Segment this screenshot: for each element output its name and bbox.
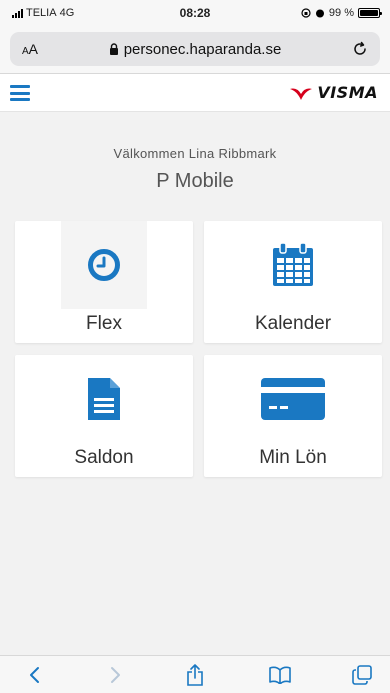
browser-address-area: AA personec.haparanda.se bbox=[0, 26, 390, 74]
status-bar: TELIA 4G 08:28 99 % bbox=[0, 0, 390, 26]
tile-label: Flex bbox=[86, 313, 122, 334]
rotation-lock-icon bbox=[301, 8, 311, 18]
url-display: personec.haparanda.se bbox=[10, 41, 380, 58]
page-title: P Mobile bbox=[156, 170, 234, 192]
carrier-name: TELIA bbox=[26, 7, 57, 19]
menu-icon[interactable] bbox=[10, 85, 30, 101]
tile-min-lon[interactable]: Min Lön bbox=[204, 355, 382, 477]
status-icons: 99 % bbox=[301, 7, 382, 19]
bookmarks-icon[interactable] bbox=[268, 664, 292, 686]
reload-icon[interactable] bbox=[350, 39, 370, 59]
signal-icon bbox=[12, 8, 23, 18]
battery-percent: 99 % bbox=[328, 7, 354, 19]
app-header: VISMA bbox=[0, 74, 390, 112]
back-icon[interactable] bbox=[22, 664, 46, 686]
network-type: 4G bbox=[59, 7, 75, 19]
url-text: personec.haparanda.se bbox=[123, 40, 282, 58]
tile-saldon[interactable]: Saldon bbox=[15, 355, 193, 477]
reader-aa-button[interactable]: AA bbox=[22, 41, 38, 57]
document-icon bbox=[15, 369, 193, 429]
lock-icon bbox=[109, 43, 118, 55]
tabs-icon[interactable] bbox=[350, 664, 374, 686]
visma-logo: VISMA bbox=[289, 83, 378, 102]
tile-label: Min Lön bbox=[259, 447, 327, 468]
browser-toolbar bbox=[0, 655, 390, 693]
welcome-message: Välkommen Lina Ribbmark bbox=[113, 146, 277, 161]
visma-swoosh-icon bbox=[290, 88, 313, 100]
calendar-icon bbox=[204, 235, 382, 295]
forward-icon[interactable] bbox=[104, 664, 128, 686]
alarm-icon bbox=[315, 9, 324, 18]
tile-flex[interactable]: Flex bbox=[15, 221, 193, 343]
share-icon[interactable] bbox=[183, 664, 207, 686]
tile-label: Saldon bbox=[74, 447, 134, 468]
tile-kalender[interactable]: Kalender bbox=[204, 221, 382, 343]
clock-icon bbox=[61, 221, 147, 309]
battery-icon bbox=[358, 8, 382, 18]
carrier-group: TELIA 4G bbox=[12, 7, 74, 19]
address-bar[interactable]: AA personec.haparanda.se bbox=[10, 32, 380, 66]
credit-card-icon bbox=[204, 369, 382, 429]
tile-label: Kalender bbox=[254, 313, 332, 334]
brand-name: VISMA bbox=[317, 83, 378, 102]
